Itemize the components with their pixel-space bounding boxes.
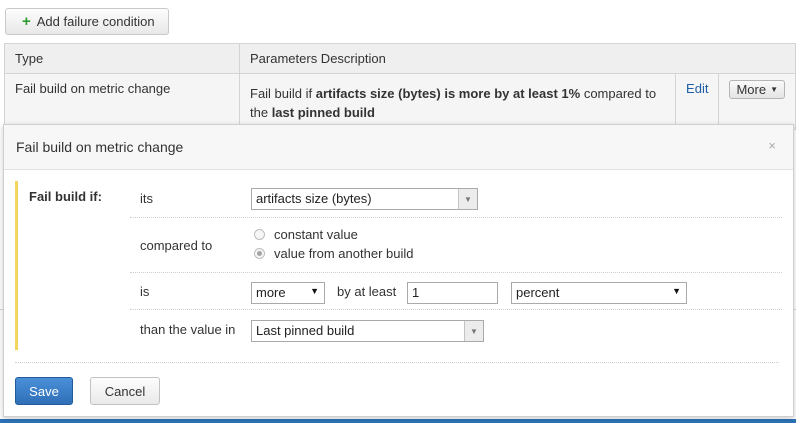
bottom-accent-bar [0,419,796,423]
add-failure-condition-button[interactable]: + Add failure condition [5,8,169,35]
condition-type-cell: Fail build on metric change [4,73,240,130]
footer-divider [15,362,779,363]
description-metric: artifacts size (bytes) is more by at lea… [315,85,581,101]
radio-constant-label: constant value [274,227,358,242]
edit-condition-dialog: Fail build on metric change × Fail build… [3,124,794,417]
build-select-value: Last pinned build [256,323,355,338]
dialog-title: Fail build on metric change [16,139,184,155]
compare-build-row: than the value in Last pinned build ▼ [130,310,782,350]
table-header-row: Type Parameters Description [4,43,796,74]
radio-another-build[interactable]: value from another build [254,246,413,261]
is-label: is [140,284,150,299]
chevron-down-icon: ▼ [464,321,483,341]
more-button[interactable]: More ▼ [729,80,785,99]
radio-unchecked-icon [254,229,265,240]
direction-select[interactable]: more ▼ [251,282,325,304]
column-header-parameters: Parameters Description [239,43,796,74]
chevron-down-icon: ▼ [770,85,778,94]
its-label: its [140,191,153,206]
threshold-row: is more ▼ by at least 1 percent ▼ [130,273,782,310]
section-label: Fail build if: [29,189,102,204]
build-select[interactable]: Last pinned build ▼ [251,320,484,342]
chevron-down-icon: ▼ [672,286,681,296]
direction-select-value: more [256,285,286,300]
by-at-least-label: by at least [337,284,397,299]
radio-another-label: value from another build [274,246,414,261]
column-header-type: Type [4,43,240,74]
plus-icon: + [22,13,31,30]
threshold-input[interactable]: 1 [407,282,498,304]
table-row: Fail build on metric change Fail build i… [4,73,796,130]
dialog-header: Fail build on metric change [4,125,793,170]
fail-condition-section: Fail build if: its artifacts size (bytes… [15,181,782,350]
close-icon[interactable]: × [768,138,776,153]
more-cell: More ▼ [718,73,796,130]
chevron-down-icon: ▼ [310,286,319,296]
unit-select-value: percent [516,285,560,300]
condition-description-cell: Fail build if artifacts size (bytes) is … [238,73,677,130]
save-button[interactable]: Save [15,377,73,405]
radio-constant-value[interactable]: constant value [254,227,358,242]
cancel-button[interactable]: Cancel [90,377,160,405]
metric-select-value: artifacts size (bytes) [256,191,372,206]
chevron-down-icon: ▼ [458,189,477,209]
compared-to-row: compared to constant value value from an… [130,218,782,273]
metric-row: its artifacts size (bytes) ▼ [130,181,782,218]
add-failure-condition-label: Add failure condition [36,14,155,29]
metric-select[interactable]: artifacts size (bytes) ▼ [251,188,478,210]
edit-link[interactable]: Edit [675,73,720,130]
more-label: More [736,82,767,97]
description-prefix: Fail build if [250,85,316,101]
unit-select[interactable]: percent ▼ [511,282,687,304]
compared-to-label: compared to [140,238,213,253]
description-build: last pinned build [271,104,375,120]
radio-checked-icon [254,248,265,259]
failure-conditions-table: Type Parameters Description Fail build o… [4,43,796,130]
than-value-label: than the value in [140,322,236,337]
